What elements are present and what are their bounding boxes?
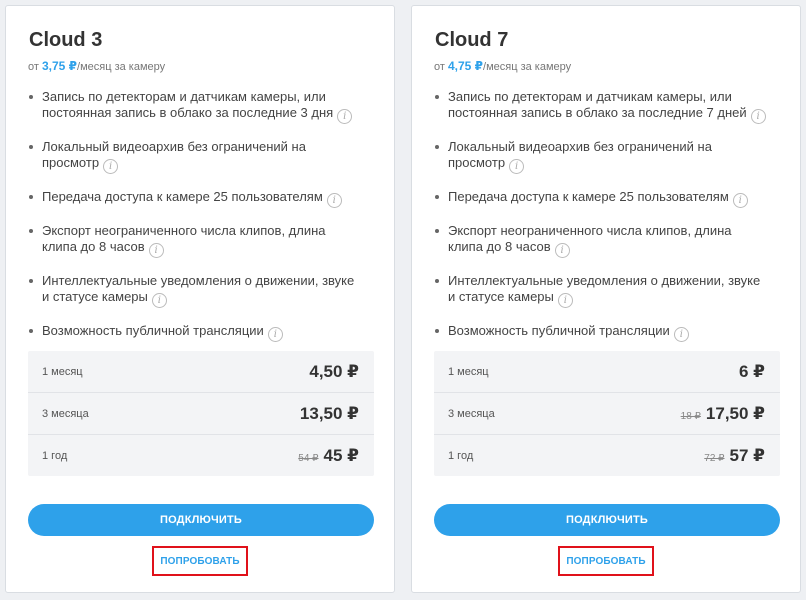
feature-item: Экспорт неограниченного числа клипов, дл… (28, 223, 362, 258)
connect-button[interactable]: ПОДКЛЮЧИТЬ (28, 504, 374, 536)
info-icon[interactable]: i (750, 109, 766, 124)
feature-item: Передача доступа к камере 25 пользовател… (434, 189, 768, 208)
feature-text: Возможность публичной трансляции (448, 323, 670, 338)
plan-title: Cloud 3 (29, 29, 103, 51)
price-amount: 6 ₽ (734, 362, 765, 382)
price-row: 1 год 72 ₽ 57 ₽ (434, 435, 780, 476)
info-icon[interactable]: i (267, 327, 283, 342)
price-row: 3 месяца 18 ₽ 17,50 ₽ (434, 393, 780, 435)
info-icon[interactable]: i (673, 327, 689, 342)
feature-item: Возможность публичной трансляции i (434, 323, 768, 342)
price-amount: 4,50 ₽ (304, 362, 359, 382)
connect-button[interactable]: ПОДКЛЮЧИТЬ (434, 504, 780, 536)
plan-card-cloud-7: Cloud 7 от 4,75 ₽/месяц за камеру Запись… (411, 5, 801, 593)
old-price: 72 ₽ (704, 452, 725, 464)
try-highlight-box: ПОПРОБОВАТЬ (152, 546, 248, 576)
price-row: 1 год 54 ₽ 45 ₽ (28, 435, 374, 476)
feature-text: Экспорт неограниченного числа клипов, дл… (42, 223, 326, 254)
new-price: 13,50 ₽ (299, 403, 359, 423)
try-link[interactable]: ПОПРОБОВАТЬ (160, 556, 239, 567)
price-amount: 72 ₽ 57 ₽ (704, 446, 765, 466)
info-icon[interactable]: i (151, 293, 167, 308)
feature-item: Запись по детекторам и датчикам камеры, … (28, 89, 362, 124)
feature-text: Интеллектуальные уведомления о движении,… (42, 273, 355, 304)
feature-text: Локальный видеоархив без ограничений на … (448, 139, 712, 170)
new-price: 45 ₽ (323, 445, 359, 465)
plan-price-line: от 4,75 ₽/месяц за камеру (434, 59, 778, 74)
price-amount: 18 ₽ 17,50 ₽ (681, 404, 765, 424)
feature-text: Запись по детекторам и датчикам камеры, … (448, 89, 747, 120)
price-row: 1 месяц 4,50 ₽ (28, 351, 374, 393)
price-period: 1 год (448, 449, 474, 462)
price-period: 3 месяца (42, 407, 89, 420)
feature-text: Возможность публичной трансляции (42, 323, 264, 338)
feature-item: Запись по детекторам и датчикам камеры, … (434, 89, 768, 124)
info-icon[interactable]: i (509, 159, 525, 174)
info-icon[interactable]: i (554, 243, 570, 258)
price-amount: 13,50 ₽ (295, 404, 359, 424)
price-period: 1 месяц (448, 365, 489, 378)
price-row: 3 месяца 13,50 ₽ (28, 393, 374, 435)
feature-text: Передача доступа к камере 25 пользовател… (448, 189, 729, 204)
feature-list: Запись по детекторам и датчикам камеры, … (28, 89, 372, 342)
feature-item: Интеллектуальные уведомления о движении,… (434, 273, 768, 308)
new-price: 17,50 ₽ (705, 403, 765, 423)
price-prefix: от (434, 61, 445, 73)
price-amount: 54 ₽ 45 ₽ (298, 446, 359, 466)
price-row: 1 месяц 6 ₽ (434, 351, 780, 393)
plan-price-line: от 3,75 ₽/месяц за камеру (28, 59, 372, 74)
plan-card-cloud-3: Cloud 3 от 3,75 ₽/месяц за камеру Запись… (5, 5, 395, 593)
try-highlight-box: ПОПРОБОВАТЬ (558, 546, 654, 576)
new-price: 57 ₽ (729, 445, 765, 465)
feature-item: Экспорт неограниченного числа клипов, дл… (434, 223, 768, 258)
price-table: 1 месяц 6 ₽ 3 месяца 18 ₽ 17,50 ₽ 1 год … (434, 351, 780, 476)
feature-text: Локальный видеоархив без ограничений на … (42, 139, 306, 170)
info-icon[interactable]: i (732, 193, 748, 208)
price-table: 1 месяц 4,50 ₽ 3 месяца 13,50 ₽ 1 год 54… (28, 351, 374, 476)
feature-item: Локальный видеоархив без ограничений на … (434, 139, 768, 174)
old-price: 18 ₽ (680, 410, 701, 422)
price-value: 4,75 ₽ (447, 59, 484, 73)
price-period: 1 месяц (42, 365, 83, 378)
feature-text: Запись по детекторам и датчикам камеры, … (42, 89, 334, 120)
price-suffix: /месяц за камеру (77, 61, 166, 73)
price-prefix: от (28, 61, 39, 73)
try-link[interactable]: ПОПРОБОВАТЬ (566, 556, 645, 567)
info-icon[interactable]: i (337, 109, 353, 124)
feature-list: Запись по детекторам и датчикам камеры, … (434, 89, 778, 342)
plans-container: Cloud 3 от 3,75 ₽/месяц за камеру Запись… (0, 0, 806, 600)
feature-item: Интеллектуальные уведомления о движении,… (28, 273, 362, 308)
feature-text: Интеллектуальные уведомления о движении,… (448, 273, 761, 304)
feature-text: Передача доступа к камере 25 пользовател… (42, 189, 323, 204)
info-icon[interactable]: i (103, 159, 119, 174)
old-price: 54 ₽ (298, 452, 319, 464)
price-period: 1 год (42, 449, 68, 462)
feature-text: Экспорт неограниченного числа клипов, дл… (448, 223, 732, 254)
price-period: 3 месяца (448, 407, 495, 420)
feature-item: Локальный видеоархив без ограничений на … (28, 139, 362, 174)
price-value: 3,75 ₽ (41, 59, 78, 73)
info-icon[interactable]: i (326, 193, 342, 208)
new-price: 4,50 ₽ (309, 361, 359, 381)
info-icon[interactable]: i (557, 293, 573, 308)
info-icon[interactable]: i (148, 243, 164, 258)
plan-title: Cloud 7 (435, 29, 509, 51)
new-price: 6 ₽ (738, 361, 765, 381)
feature-item: Возможность публичной трансляции i (28, 323, 362, 342)
price-suffix: /месяц за камеру (483, 61, 572, 73)
feature-item: Передача доступа к камере 25 пользовател… (28, 189, 362, 208)
